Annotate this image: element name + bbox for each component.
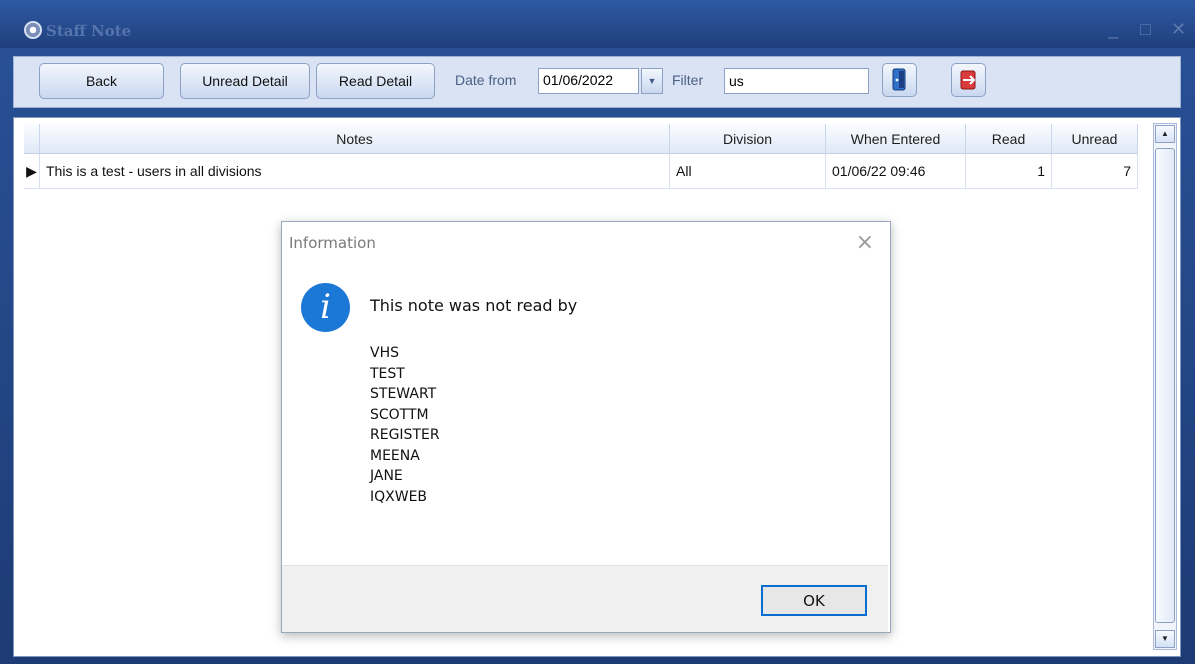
scroll-down-icon[interactable]: ▼: [1155, 630, 1175, 648]
unread-users-list: VHS TEST STEWART SCOTTM REGISTER MEENA J…: [370, 343, 440, 507]
unread-detail-button[interactable]: Unread Detail: [180, 63, 310, 99]
date-from-label: Date from: [455, 72, 517, 88]
notes-grid: Notes Division When Entered Read Unread …: [24, 124, 1138, 189]
toolbar: Back Unread Detail Read Detail Date from…: [13, 56, 1181, 108]
door-exit-icon: [892, 68, 906, 91]
list-item: TEST: [370, 365, 405, 382]
read-detail-button[interactable]: Read Detail: [316, 63, 435, 99]
dialog-footer: OK: [282, 565, 888, 632]
cell-notes[interactable]: This is a test - users in all divisions: [40, 154, 670, 188]
list-item: VHS: [370, 345, 399, 361]
door-exit-button[interactable]: [882, 63, 917, 97]
logout-button[interactable]: [951, 63, 986, 97]
grid-header-selector: [24, 124, 40, 153]
date-dropdown-button[interactable]: ▼: [641, 68, 663, 94]
title-bar: Staff Note _ □ ✕: [0, 0, 1195, 48]
list-item: STEWART: [370, 386, 437, 402]
dialog-message: This note was not read by: [370, 296, 578, 315]
information-icon: i: [301, 283, 350, 332]
column-header-division[interactable]: Division: [670, 124, 826, 153]
maximize-button[interactable]: □: [1140, 20, 1151, 38]
window-title: Staff Note: [46, 22, 132, 40]
cell-unread[interactable]: 7: [1052, 154, 1138, 188]
cell-when-entered[interactable]: 01/06/22 09:46: [826, 154, 966, 188]
list-item: REGISTER: [370, 427, 440, 443]
column-header-read[interactable]: Read: [966, 124, 1052, 153]
column-header-when-entered[interactable]: When Entered: [826, 124, 966, 153]
list-item: SCOTTM: [370, 406, 429, 423]
filter-label: Filter: [672, 72, 704, 88]
scroll-up-icon[interactable]: ▲: [1155, 125, 1175, 143]
cell-division[interactable]: All: [670, 154, 826, 188]
column-header-unread[interactable]: Unread: [1052, 124, 1138, 153]
column-header-notes[interactable]: Notes: [40, 124, 670, 153]
list-item: JANE: [370, 468, 403, 484]
row-selector-icon: ▶: [24, 154, 40, 188]
ok-button[interactable]: OK: [761, 585, 867, 616]
back-button[interactable]: Back: [39, 63, 164, 99]
grid-header-row: Notes Division When Entered Read Unread: [24, 124, 1138, 154]
logout-icon: [960, 70, 976, 90]
filter-input[interactable]: us: [724, 68, 869, 94]
dialog-title: Information: [289, 234, 376, 252]
list-item: MEENA: [370, 447, 420, 464]
scroll-thumb[interactable]: [1155, 148, 1175, 623]
dialog-close-icon[interactable]: ×: [856, 230, 874, 255]
information-dialog: Information × i This note was not read b…: [281, 221, 891, 633]
vertical-scrollbar[interactable]: ▲ ▼: [1153, 123, 1177, 650]
cell-read[interactable]: 1: [966, 154, 1052, 188]
table-row[interactable]: ▶ This is a test - users in all division…: [24, 154, 1138, 189]
close-button[interactable]: ✕: [1171, 20, 1186, 38]
minimize-button[interactable]: _: [1108, 20, 1118, 38]
app-icon: [24, 21, 42, 39]
list-item: IQXWEB: [370, 488, 428, 505]
date-from-input[interactable]: 01/06/2022: [538, 68, 639, 94]
